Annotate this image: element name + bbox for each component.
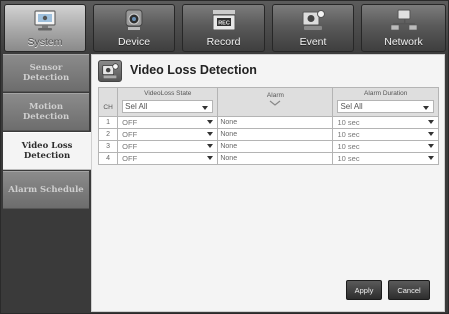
chevron-down-icon — [207, 144, 214, 148]
videoloss-state-value: OFF — [122, 118, 138, 127]
sidebar-item-label: Motion Detection — [22, 102, 70, 122]
alarm-duration-dropdown[interactable]: 10 sec — [335, 153, 438, 164]
svg-text:REC: REC — [218, 21, 230, 27]
sidebar-item-motion-detection[interactable]: Motion Detection — [3, 93, 89, 131]
sidebar: Sensor Detection Motion Detection Video … — [3, 54, 91, 312]
alarm-duration-value: 10 sec — [337, 130, 360, 139]
panel-header: Video Loss Detection — [98, 60, 438, 84]
network-icon — [390, 9, 417, 31]
videoloss-state-cell: OFF — [117, 152, 219, 165]
channel-number: 2 — [97, 128, 119, 141]
header-state-label: VideoLoss State — [144, 90, 192, 97]
header-videoloss-state: VideoLoss State Sel All — [117, 87, 219, 117]
header-alarm-duration: Alarm Duration Sel All — [332, 87, 439, 117]
sidebar-item-label: Alarm Schedule — [8, 185, 84, 195]
videoloss-state-dropdown[interactable]: OFF — [120, 129, 218, 140]
tab-event[interactable]: Event — [272, 4, 354, 52]
alarm-duration-dropdown[interactable]: 10 sec — [335, 117, 438, 128]
dvr-settings-window: System Device REC Record Event Network S… — [0, 0, 449, 314]
channel-number: 3 — [97, 140, 119, 153]
alarm-duration-dropdown[interactable]: 10 sec — [335, 141, 438, 152]
cancel-button[interactable]: Cancel — [388, 280, 430, 300]
alarm-cell[interactable]: None — [217, 128, 334, 141]
videoloss-state-value: OFF — [122, 130, 138, 139]
video-loss-table: CH VideoLoss State Sel All Alarm Alarm D… — [97, 87, 439, 165]
alarm-cell[interactable]: None — [217, 152, 334, 165]
chevron-down-icon — [207, 132, 214, 136]
alarm-duration-value: 10 sec — [337, 118, 360, 127]
sidebar-item-video-loss-detection[interactable]: Video Loss Detection — [3, 132, 91, 170]
header-duration-label: Alarm Duration — [364, 90, 408, 97]
tab-system-label: System — [27, 36, 63, 48]
videoloss-state-cell: OFF — [117, 128, 219, 141]
tab-device-label: Device — [117, 36, 151, 48]
alarm-duration-dropdown[interactable]: 10 sec — [335, 129, 438, 140]
table-row: 3 OFF None 10 sec — [97, 140, 439, 153]
videoloss-state-dropdown[interactable]: OFF — [120, 153, 218, 164]
alarm-cell[interactable]: None — [217, 140, 334, 153]
table-row: 1 OFF None 10 sec — [97, 116, 439, 129]
alarm-duration-cell: 10 sec — [332, 116, 439, 129]
tab-event-label: Event — [299, 36, 327, 48]
alarm-duration-cell: 10 sec — [332, 152, 439, 165]
header-alarm-label: Alarm — [266, 92, 284, 99]
header-ch-label: CH — [103, 103, 113, 111]
camera-icon — [125, 9, 143, 30]
video-loss-icon — [98, 60, 122, 82]
state-select-all-dropdown[interactable]: Sel All — [122, 100, 214, 113]
tab-network[interactable]: Network — [361, 4, 446, 52]
videoloss-state-cell: OFF — [117, 116, 219, 129]
videoloss-state-value: OFF — [122, 142, 138, 151]
apply-button[interactable]: Apply — [346, 280, 382, 300]
chevron-down-icon — [207, 120, 214, 124]
sidebar-item-alarm-schedule[interactable]: Alarm Schedule — [3, 171, 89, 209]
tab-record-label: Record — [206, 36, 241, 48]
videoloss-state-dropdown[interactable]: OFF — [120, 141, 218, 152]
chevron-down-icon — [428, 144, 434, 148]
header-ch: CH — [97, 87, 119, 117]
chevron-down-icon — [207, 156, 214, 160]
content-panel: Video Loss Detection CH VideoLoss State … — [91, 54, 445, 312]
duration-select-all-dropdown[interactable]: Sel All — [337, 100, 434, 113]
alarm-duration-value: 10 sec — [337, 142, 360, 151]
alarm-duration-cell: 10 sec — [332, 128, 439, 141]
table-row: 2 OFF None 10 sec — [97, 128, 439, 141]
channel-number: 4 — [97, 152, 119, 165]
videoloss-state-value: OFF — [122, 154, 138, 163]
tab-network-label: Network — [384, 36, 423, 48]
alarm-duration-value: 10 sec — [337, 154, 360, 163]
channel-number: 1 — [97, 116, 119, 129]
alarm-cell[interactable]: None — [217, 116, 334, 129]
page-title: Video Loss Detection — [130, 63, 257, 77]
videoloss-state-cell: OFF — [117, 140, 219, 153]
table-header-row: CH VideoLoss State Sel All Alarm Alarm D… — [97, 87, 439, 117]
table-row: 4 OFF None 10 sec — [97, 152, 439, 165]
chevron-down-icon[interactable] — [269, 100, 281, 106]
videoloss-state-dropdown[interactable]: OFF — [120, 117, 218, 128]
header-alarm: Alarm — [217, 87, 334, 117]
rec-icon: REC — [212, 10, 235, 31]
sidebar-item-label: Video Loss Detection — [21, 141, 73, 161]
sidebar-item-label: Sensor Detection — [22, 63, 70, 83]
alarm-duration-cell: 10 sec — [332, 140, 439, 153]
event-icon — [302, 10, 325, 30]
state-select-all-value: Sel All — [125, 102, 148, 111]
sidebar-item-sensor-detection[interactable]: Sensor Detection — [3, 54, 89, 92]
chevron-down-icon — [428, 156, 434, 160]
chevron-down-icon — [428, 132, 434, 136]
tab-system[interactable]: System — [4, 4, 86, 52]
tab-record[interactable]: REC Record — [182, 4, 265, 52]
tab-device[interactable]: Device — [93, 4, 175, 52]
duration-select-all-value: Sel All — [340, 102, 363, 111]
monitor-icon — [34, 10, 56, 31]
chevron-down-icon — [202, 106, 209, 110]
chevron-down-icon — [428, 120, 434, 124]
chevron-down-icon — [423, 106, 429, 110]
top-tab-bar: System Device REC Record Event Network — [1, 1, 448, 54]
